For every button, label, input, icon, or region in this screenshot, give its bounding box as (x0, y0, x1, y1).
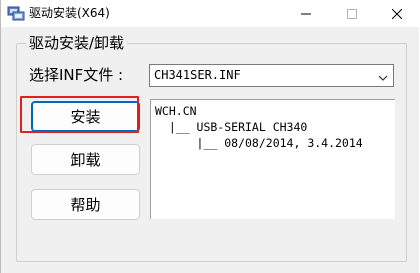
highlight-annotation (20, 96, 139, 133)
groupbox-label: 驱动安装/卸载 (26, 34, 128, 52)
help-button[interactable]: 帮助 (31, 189, 140, 220)
driver-install-icon (7, 5, 25, 21)
chevron-down-icon[interactable] (377, 69, 389, 81)
driver-info-panel: WCH.CN |__ USB-SERIAL CH340 |__ 08/08/20… (150, 99, 395, 219)
inf-file-value: CH341SER.INF (154, 68, 241, 82)
maximize-icon (347, 4, 357, 23)
info-line-vendor: WCH.CN (155, 104, 197, 118)
info-line-device: |__ USB-SERIAL CH340 (155, 120, 308, 134)
inf-file-select[interactable]: CH341SER.INF (149, 64, 394, 87)
info-line-version: |__ 08/08/2014, 3.4.2014 (155, 136, 363, 150)
inf-file-label: 选择INF文件 : (29, 66, 124, 84)
minimize-button[interactable] (283, 0, 329, 27)
driver-install-window: 驱动安装(X64) 驱动安装/卸载 选择INF文件 : CH341SER.INF (0, 0, 420, 273)
window-title: 驱动安装(X64) (29, 6, 110, 20)
minimize-icon (301, 4, 311, 23)
close-icon (391, 4, 403, 23)
close-button[interactable] (374, 0, 420, 27)
maximize-button (329, 0, 375, 27)
uninstall-button[interactable]: 卸载 (31, 144, 140, 175)
title-bar[interactable]: 驱动安装(X64) (1, 0, 420, 27)
